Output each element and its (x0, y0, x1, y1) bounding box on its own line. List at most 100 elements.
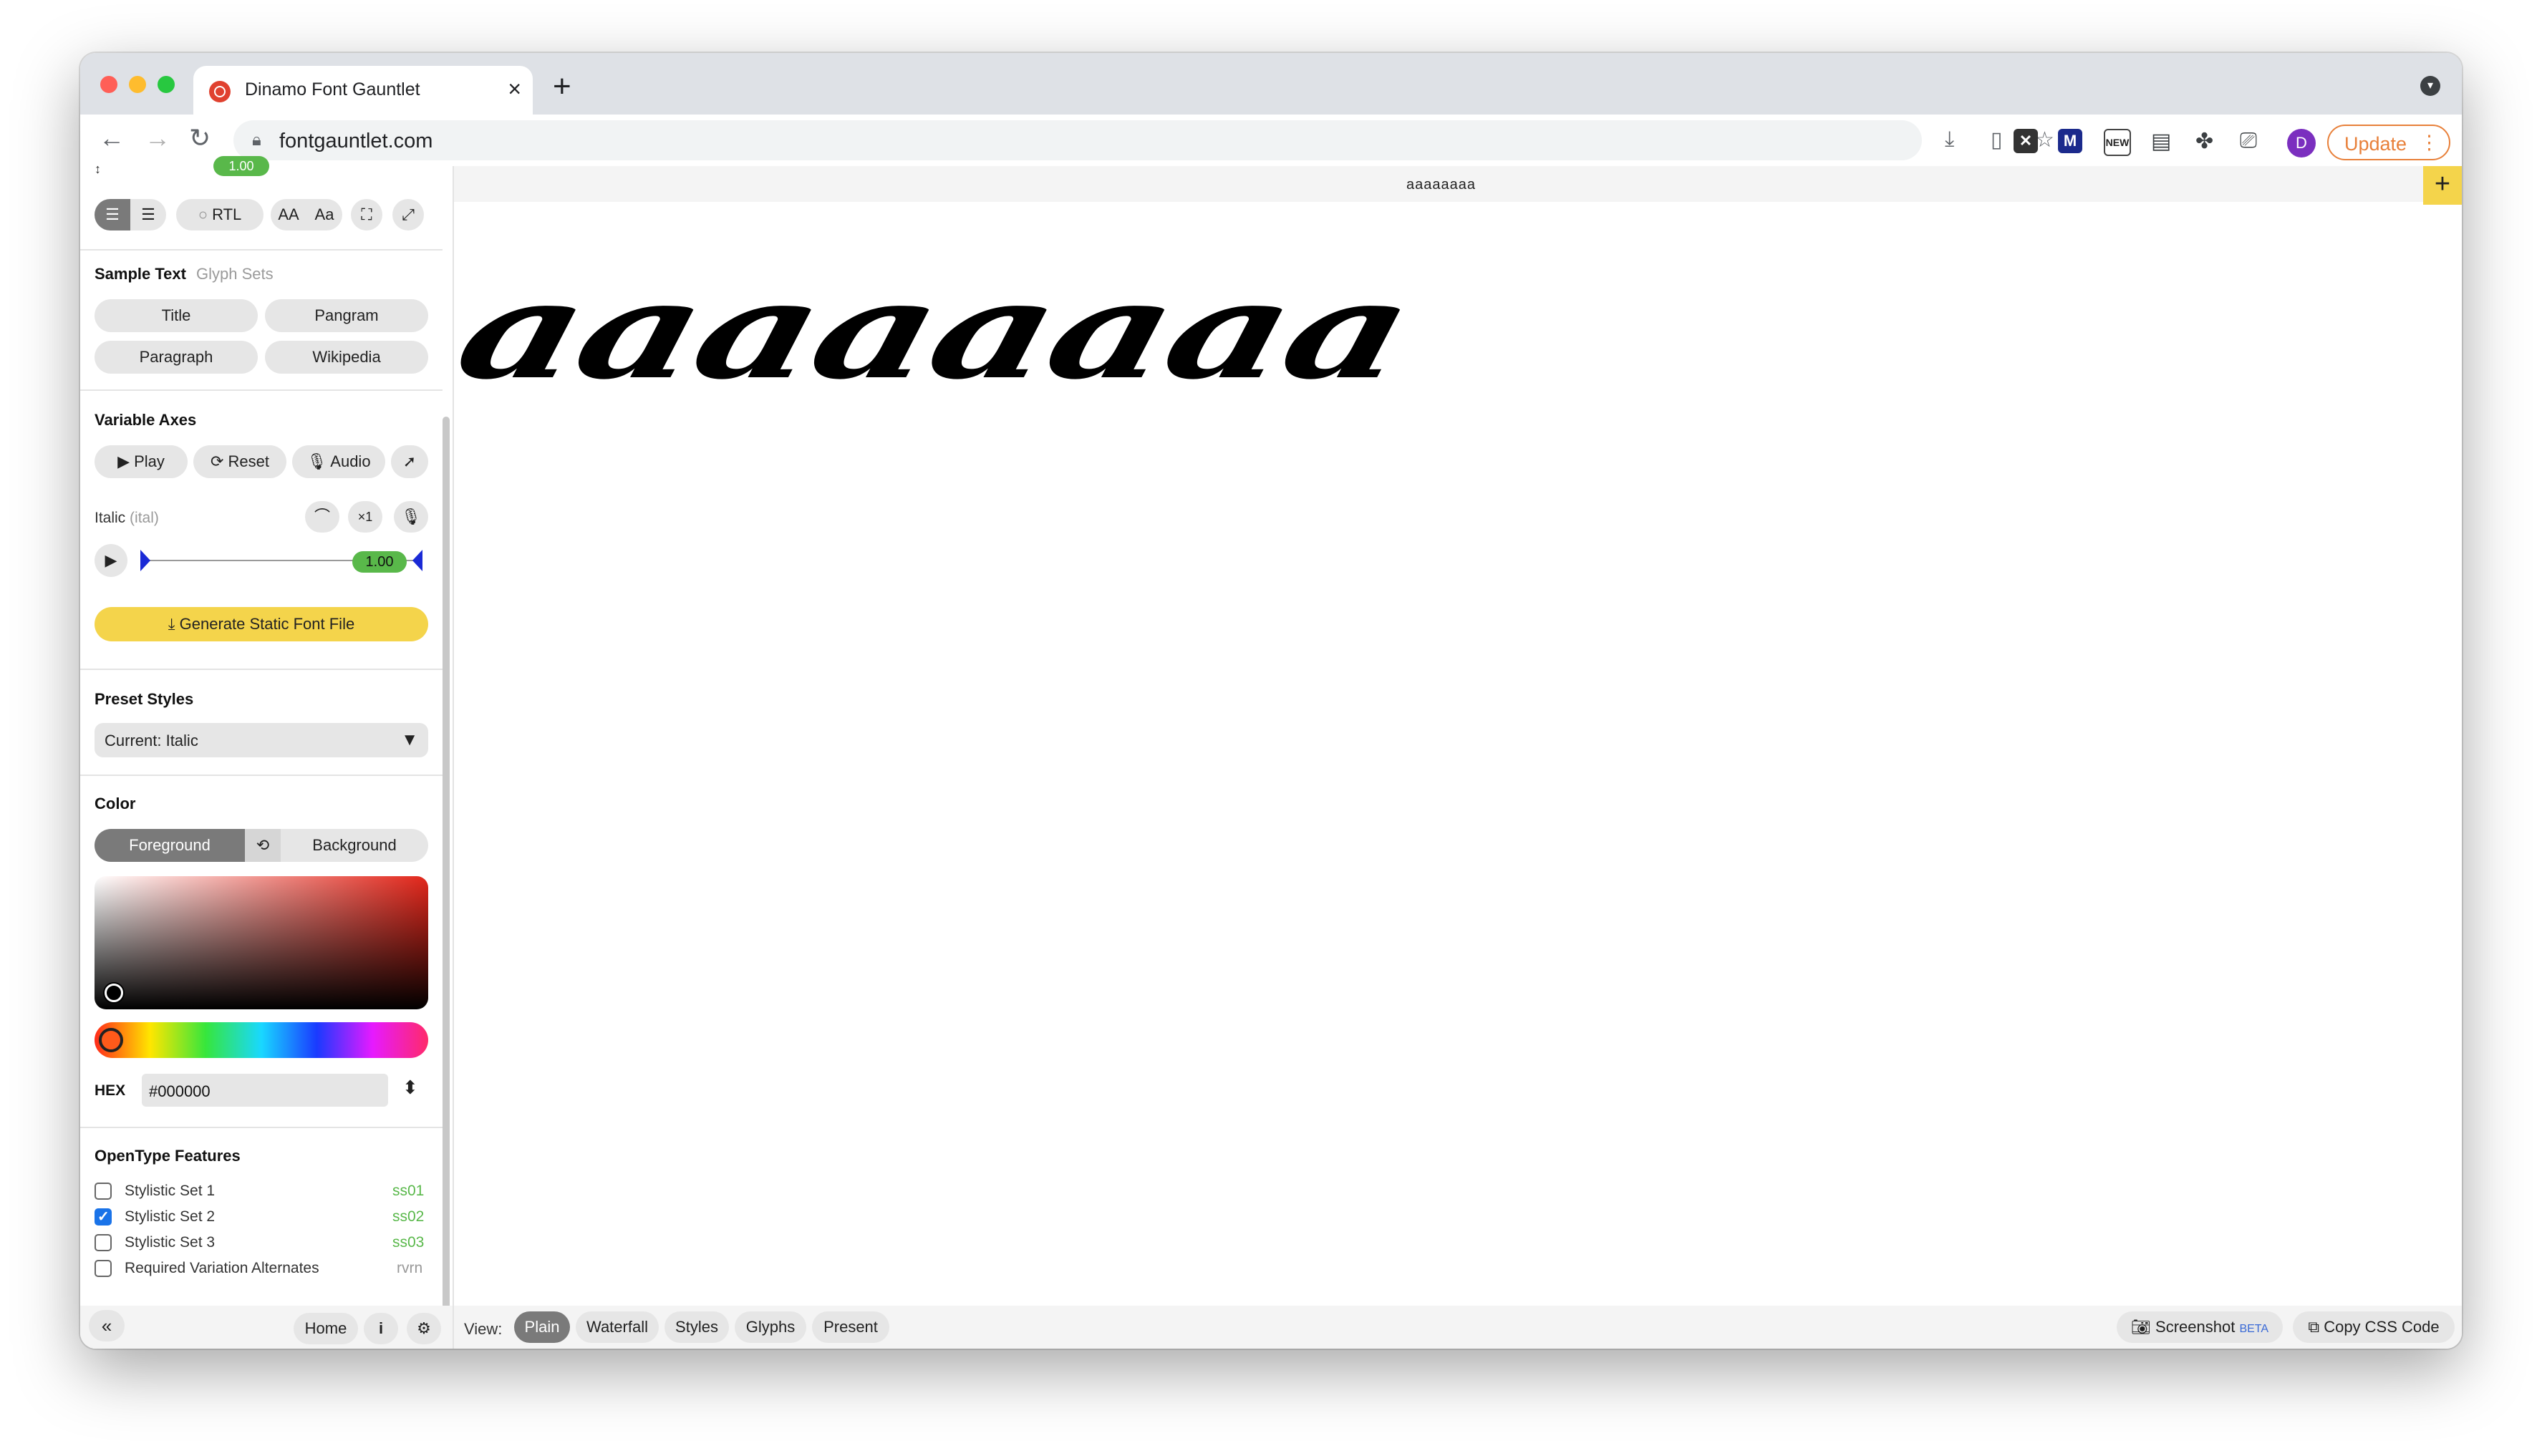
view-styles-button[interactable]: Styles (665, 1311, 729, 1343)
close-tab-icon[interactable]: × (508, 76, 521, 102)
favicon-icon (209, 81, 231, 102)
align-justify-button[interactable]: ☰ (130, 199, 166, 230)
feature-checkbox-rvrn[interactable] (95, 1260, 112, 1277)
beta-badge: BETA (2239, 1323, 2269, 1335)
axis-play-icon[interactable]: ▶ (95, 544, 127, 577)
new-tab-button[interactable]: + (553, 69, 571, 105)
divider (80, 389, 443, 391)
pointer-icon[interactable]: ➚ (391, 445, 428, 478)
view-waterfall-button[interactable]: Waterfall (576, 1311, 659, 1343)
screenshot-label: Screenshot (2155, 1318, 2236, 1336)
update-button[interactable]: Update ⋮ (2327, 125, 2450, 160)
extension-news-icon[interactable]: NEW (2104, 129, 2131, 156)
audio-label: Audio (330, 452, 371, 470)
preset-select[interactable]: Current: Italic ▼ (95, 723, 428, 757)
close-window-button[interactable] (100, 76, 117, 93)
extension-m-icon[interactable]: M (2058, 129, 2082, 153)
collapse-sidebar-icon[interactable]: « (89, 1310, 125, 1341)
mixedcase-button[interactable]: Aa (306, 199, 342, 230)
page-icon[interactable]: ▯ (1991, 127, 2003, 152)
axis-max-handle[interactable] (412, 550, 422, 571)
sample-wikipedia-button[interactable]: Wikipedia (265, 341, 428, 374)
play-label: Play (134, 452, 165, 470)
cast-icon[interactable]: ⎚ (2240, 129, 2257, 153)
view-glyphs-button[interactable]: Glyphs (735, 1311, 806, 1343)
divider (80, 249, 443, 251)
mic-icon: 🎙︎ (306, 452, 327, 470)
info-button[interactable]: i (364, 1313, 398, 1344)
uppercase-button[interactable]: AA (271, 199, 306, 230)
tab-title: Dinamo Font Gauntlet (245, 79, 420, 100)
sample-text-preview[interactable]: aaaaaaaa (443, 252, 1424, 409)
sample-pangram-button[interactable]: Pangram (265, 299, 428, 332)
dropdown-arrow-icon: ▼ (401, 730, 418, 749)
play-icon: ▶ (117, 452, 130, 470)
color-heading: Color (95, 795, 136, 812)
address-bar[interactable]: 🔒︎ fontgauntlet.com ⤓ ▯ ☆ (233, 120, 2054, 160)
preview-area: aaaaaaaa + aaaaaaaa View: Plain Waterfal… (443, 166, 2462, 1349)
hex-stepper-icon[interactable]: ⬍ (402, 1077, 418, 1099)
bookmark-star-icon[interactable]: ☆ (2035, 127, 2054, 152)
top-axis-value[interactable]: 1.00 (213, 156, 269, 176)
background-tab[interactable]: Background (281, 829, 428, 862)
tab-strip: Dinamo Font Gauntlet × + ▾ (80, 53, 2462, 115)
hue-handle[interactable] (99, 1028, 123, 1052)
hex-value: #000000 (149, 1082, 211, 1100)
preview-topbar: aaaaaaaa (454, 166, 2462, 202)
foreground-tab[interactable]: Foreground (95, 829, 245, 862)
multiplier-button[interactable]: ×1 (348, 501, 382, 533)
generate-static-font-button[interactable]: ⤓ Generate Static Font File (95, 607, 428, 641)
install-icon[interactable]: ⤓ (1945, 127, 1954, 152)
home-button[interactable]: Home (294, 1313, 358, 1344)
saturation-picker[interactable] (95, 876, 428, 1009)
preset-value: Current: Italic (105, 732, 198, 749)
minimize-window-button[interactable] (129, 76, 146, 93)
align-left-button[interactable]: ☰ (95, 199, 130, 230)
browser-tab[interactable]: Dinamo Font Gauntlet × (193, 66, 533, 115)
download-icon: ⤓ (168, 615, 175, 633)
feature-checkbox-ss01[interactable] (95, 1183, 112, 1200)
extension-x-icon[interactable]: ✕ (2014, 129, 2038, 153)
axis-value-badge[interactable]: 1.00 (352, 551, 407, 573)
sample-title-button[interactable]: Title (95, 299, 258, 332)
copy-css-button[interactable]: ⧉ Copy CSS Code (2293, 1311, 2455, 1343)
hue-slider[interactable] (95, 1022, 428, 1058)
lock-icon: 🔒︎ (252, 130, 261, 150)
curve-icon[interactable]: ⌒ (305, 501, 339, 533)
preview-tab-label[interactable]: aaaaaaaa (1406, 177, 1476, 193)
hex-input[interactable]: #000000 (142, 1074, 388, 1107)
sample-paragraph-button[interactable]: Paragraph (95, 341, 258, 374)
profile-avatar[interactable]: D (2287, 129, 2316, 157)
reload-icon[interactable]: ↻ (189, 123, 211, 153)
play-button[interactable]: ▶ Play (95, 445, 188, 478)
axis-mic-icon[interactable]: 🎙︎ (394, 501, 428, 533)
sidebar-scrollbar[interactable] (443, 417, 450, 1349)
reader-icon[interactable]: ▤ (2151, 129, 2171, 154)
maximize-window-button[interactable] (158, 76, 175, 93)
settings-gear-icon[interactable]: ⚙ (407, 1313, 441, 1344)
camera-icon: 📷︎ (2130, 1318, 2151, 1336)
add-preview-button[interactable]: + (2423, 166, 2462, 205)
forward-icon[interactable]: → (145, 123, 170, 153)
back-icon[interactable]: ← (99, 123, 125, 153)
feature-checkbox-ss02[interactable] (95, 1208, 112, 1226)
feature-checkbox-ss03[interactable] (95, 1234, 112, 1251)
rtl-toggle[interactable]: ○ RTL (176, 199, 264, 230)
reset-button[interactable]: ⟳ Reset (193, 445, 286, 478)
glyph-sets-tab[interactable]: Glyph Sets (196, 265, 274, 283)
saturation-handle[interactable] (105, 984, 123, 1002)
view-plain-button[interactable]: Plain (514, 1311, 570, 1343)
extensions-puzzle-icon[interactable]: ✤ (2195, 129, 2213, 154)
tab-search-icon[interactable]: ▾ (2420, 76, 2440, 96)
divider (80, 1127, 443, 1128)
axis-min-handle[interactable] (140, 550, 150, 571)
view-present-button[interactable]: Present (812, 1311, 889, 1343)
screenshot-button[interactable]: 📷︎ Screenshot BETA (2117, 1311, 2283, 1343)
focus-icon[interactable]: ⛶ (351, 199, 382, 230)
expand-icon[interactable]: ⤢ (392, 199, 424, 230)
swap-colors-icon[interactable]: ⟲ (245, 829, 281, 862)
sample-text-heading: Sample Text Glyph Sets (95, 265, 274, 283)
reset-icon: ⟳ (210, 452, 224, 470)
audio-button[interactable]: 🎙︎ Audio (292, 445, 385, 478)
preset-styles-heading: Preset Styles (95, 690, 194, 708)
